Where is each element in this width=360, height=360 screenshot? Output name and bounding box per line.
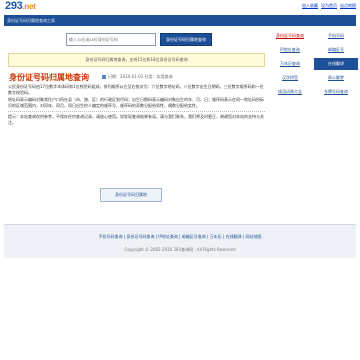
footer-links[interactable]: 手机号码查询 | 身份证号码查询 | IP地址查询 | 邮编区号查询 | 万年历… xyxy=(4,234,356,240)
header: 293.net 加入收藏 设为首页 站点地图 xyxy=(0,0,360,14)
logo-main: 293 xyxy=(5,0,23,12)
site-logo[interactable]: 293.net xyxy=(5,0,36,12)
notice-banner: 身份证号码归属地查询，支持15位和18位身份证号码查询 xyxy=(8,53,265,67)
page-title: 身份证号码归属地查询 xyxy=(9,73,89,82)
logo-suffix: .net xyxy=(22,2,36,11)
sidebar-item-mobile[interactable]: 手机号码 xyxy=(314,30,358,42)
top-link-sitemap[interactable]: 站点地图 xyxy=(340,3,356,9)
sidebar-item-dream[interactable]: 周公解梦 xyxy=(314,72,358,84)
sidebar-item-translate[interactable]: 在线翻译 xyxy=(314,58,358,70)
divider xyxy=(8,111,265,112)
id-number-input[interactable] xyxy=(66,33,156,46)
sidebar-item-postcode[interactable]: 邮编区号 xyxy=(314,44,358,56)
sidebar: 身份证号码查询 手机号码 IP地址查询 邮编区号 万年历查询 在线翻译 汉字拼音… xyxy=(268,30,358,98)
main-content: 身份证号码归属地查询 身份证号码归属地查询，支持15位和18位身份证号码查询 身… xyxy=(4,28,265,224)
calendar-icon xyxy=(102,75,106,79)
footer: 手机号码查询 | 身份证号码查询 | IP地址查询 | 邮编区号查询 | 万年历… xyxy=(4,224,356,258)
sidebar-item-idioms[interactable]: 成语词典大全 xyxy=(268,86,312,98)
lookup-button[interactable]: 身份证号码归属地 xyxy=(100,188,162,202)
sidebar-item-calendar[interactable]: 万年历查询 xyxy=(268,58,312,70)
search-button[interactable]: 身份证号码归属地查询 xyxy=(160,33,212,46)
top-links: 加入收藏 设为首页 站点地图 xyxy=(302,3,356,9)
sidebar-item-plate[interactable]: 车牌号码查询 xyxy=(314,86,358,98)
sidebar-item-ip[interactable]: IP地址查询 xyxy=(268,44,312,56)
top-link-bookmark[interactable]: 加入收藏 xyxy=(302,3,318,9)
article-meta-text: 日期：2010-01-01 分类：实用查询 xyxy=(108,74,173,79)
nav-bar-text[interactable]: 身份证号码归属地查询工具 xyxy=(7,18,55,24)
article-paragraph: 提示：本站查询仅供参考，不保存任何查询记录，请放心使用。如发现查询结果有误，请与… xyxy=(8,114,264,125)
copyright: Copyright © 2002-2010 293查询网 . All Right… xyxy=(124,247,236,252)
article-meta: 日期：2010-01-01 分类：实用查询 xyxy=(102,74,173,80)
article-paragraph: 地址码表示编码对象常住户口所在县（市、旗、区）的行政区划代码；出生日期码表示编码… xyxy=(8,97,264,108)
nav-bar: 身份证号码归属地查询工具 xyxy=(4,15,356,26)
search-area: 身份证号码归属地查询 xyxy=(4,28,265,52)
sidebar-item-pinyin[interactable]: 汉字拼音 xyxy=(268,72,312,84)
top-link-homepage[interactable]: 设为首页 xyxy=(321,3,337,9)
article-body: 公民身份证号码由17位数字本体码和1位校验码组成，排列顺序从左至右依次为：六位数… xyxy=(8,84,265,127)
article-paragraph: 公民身份证号码由17位数字本体码和1位校验码组成，排列顺序从左至右依次为：六位数… xyxy=(8,84,264,95)
sidebar-item-id-card[interactable]: 身份证号码查询 xyxy=(268,30,312,42)
